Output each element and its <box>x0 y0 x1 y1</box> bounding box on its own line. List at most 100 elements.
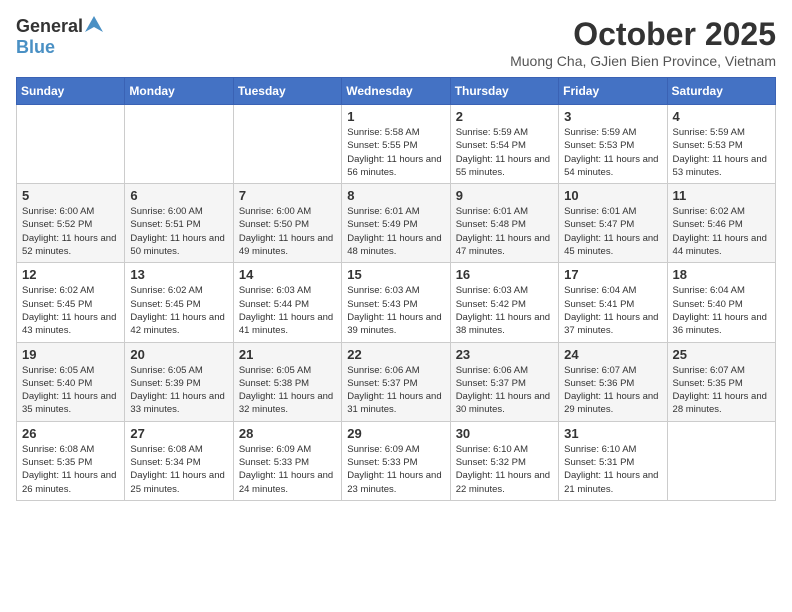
calendar-day-cell: 20 Sunrise: 6:05 AM Sunset: 5:39 PM Dayli… <box>125 342 233 421</box>
day-number: 9 <box>456 188 553 203</box>
calendar-day-cell: 21Sunrise: 6:05 AM Sunset: 5:38 PM Dayli… <box>233 342 341 421</box>
calendar-day-header: Wednesday <box>342 78 450 105</box>
calendar-day-cell: 19Sunrise: 6:05 AM Sunset: 5:40 PM Dayli… <box>17 342 125 421</box>
calendar-day-header: Thursday <box>450 78 558 105</box>
day-info: Sunrise: 6:02 AM Sunset: 5:46 PM Dayligh… <box>673 205 770 258</box>
day-number: 27 <box>130 426 227 441</box>
calendar-day-header: Friday <box>559 78 667 105</box>
day-info: Sunrise: 6:01 AM Sunset: 5:49 PM Dayligh… <box>347 205 444 258</box>
month-title: October 2025 <box>510 16 776 53</box>
calendar-day-cell: 28 Sunrise: 6:09 AM Sunset: 5:33 PM Dayli… <box>233 421 341 500</box>
calendar-day-cell: 15 Sunrise: 6:03 AM Sunset: 5:43 PM Dayli… <box>342 263 450 342</box>
calendar-day-cell: 30 Sunrise: 6:10 AM Sunset: 5:32 PM Dayli… <box>450 421 558 500</box>
calendar-day-cell: 7 Sunrise: 6:00 AM Sunset: 5:50 PM Daylig… <box>233 184 341 263</box>
calendar-day-cell: 13 Sunrise: 6:02 AM Sunset: 5:45 PM Dayli… <box>125 263 233 342</box>
calendar-day-cell: 22Sunrise: 6:06 AM Sunset: 5:37 PM Dayli… <box>342 342 450 421</box>
day-number: 7 <box>239 188 336 203</box>
day-info: Sunrise: 5:59 AM Sunset: 5:53 PM Dayligh… <box>564 126 661 179</box>
logo-blue-text: Blue <box>16 37 55 57</box>
calendar-day-header: Monday <box>125 78 233 105</box>
day-number: 23 <box>456 347 553 362</box>
calendar-day-cell: 24 Sunrise: 6:07 AM Sunset: 5:36 PM Dayli… <box>559 342 667 421</box>
calendar-day-cell: 18 Sunrise: 6:04 AM Sunset: 5:40 PM Dayli… <box>667 263 775 342</box>
day-number: 17 <box>564 267 661 282</box>
calendar-week-row: 12 Sunrise: 6:02 AM Sunset: 5:45 PM Dayli… <box>17 263 776 342</box>
day-number: 15 <box>347 267 444 282</box>
page-header: General Blue October 2025 Muong Cha, GJi… <box>16 16 776 69</box>
day-info: Sunrise: 6:04 AM Sunset: 5:40 PM Dayligh… <box>673 284 770 337</box>
day-number: 10 <box>564 188 661 203</box>
logo-general-text: General <box>16 16 83 37</box>
day-info: Sunrise: 6:07 AM Sunset: 5:36 PM Dayligh… <box>564 364 661 417</box>
day-info: Sunrise: 6:05 AM Sunset: 5:38 PM Dayligh… <box>239 364 336 417</box>
calendar-day-cell: 1Sunrise: 5:58 AM Sunset: 5:55 PM Daylig… <box>342 105 450 184</box>
day-info: Sunrise: 6:09 AM Sunset: 5:33 PM Dayligh… <box>347 443 444 496</box>
day-number: 14 <box>239 267 336 282</box>
calendar-day-cell: 17 Sunrise: 6:04 AM Sunset: 5:41 PM Dayli… <box>559 263 667 342</box>
day-info: Sunrise: 5:58 AM Sunset: 5:55 PM Dayligh… <box>347 126 444 179</box>
day-info: Sunrise: 6:03 AM Sunset: 5:44 PM Dayligh… <box>239 284 336 337</box>
calendar-day-cell: 26 Sunrise: 6:08 AM Sunset: 5:35 PM Dayli… <box>17 421 125 500</box>
day-number: 6 <box>130 188 227 203</box>
calendar-day-cell: 25Sunrise: 6:07 AM Sunset: 5:35 PM Dayli… <box>667 342 775 421</box>
day-number: 30 <box>456 426 553 441</box>
day-number: 2 <box>456 109 553 124</box>
day-info: Sunrise: 6:00 AM Sunset: 5:50 PM Dayligh… <box>239 205 336 258</box>
calendar-day-cell: 4Sunrise: 5:59 AM Sunset: 5:53 PM Daylig… <box>667 105 775 184</box>
day-info: Sunrise: 6:01 AM Sunset: 5:47 PM Dayligh… <box>564 205 661 258</box>
day-number: 29 <box>347 426 444 441</box>
day-info: Sunrise: 6:03 AM Sunset: 5:43 PM Dayligh… <box>347 284 444 337</box>
calendar-day-cell: 14 Sunrise: 6:03 AM Sunset: 5:44 PM Dayli… <box>233 263 341 342</box>
day-number: 28 <box>239 426 336 441</box>
day-info: Sunrise: 6:00 AM Sunset: 5:51 PM Dayligh… <box>130 205 227 258</box>
calendar-day-cell: 12 Sunrise: 6:02 AM Sunset: 5:45 PM Dayli… <box>17 263 125 342</box>
day-number: 18 <box>673 267 770 282</box>
day-number: 24 <box>564 347 661 362</box>
location-subtitle: Muong Cha, GJien Bien Province, Vietnam <box>510 53 776 69</box>
calendar-week-row: 1Sunrise: 5:58 AM Sunset: 5:55 PM Daylig… <box>17 105 776 184</box>
day-info: Sunrise: 6:02 AM Sunset: 5:45 PM Dayligh… <box>22 284 119 337</box>
day-info: Sunrise: 6:10 AM Sunset: 5:32 PM Dayligh… <box>456 443 553 496</box>
calendar-day-cell: 5Sunrise: 6:00 AM Sunset: 5:52 PM Daylig… <box>17 184 125 263</box>
day-info: Sunrise: 6:04 AM Sunset: 5:41 PM Dayligh… <box>564 284 661 337</box>
day-info: Sunrise: 6:08 AM Sunset: 5:35 PM Dayligh… <box>22 443 119 496</box>
day-info: Sunrise: 5:59 AM Sunset: 5:54 PM Dayligh… <box>456 126 553 179</box>
calendar-day-cell: 8 Sunrise: 6:01 AM Sunset: 5:49 PM Daylig… <box>342 184 450 263</box>
calendar-day-cell: 10 Sunrise: 6:01 AM Sunset: 5:47 PM Dayli… <box>559 184 667 263</box>
calendar-day-cell: 3Sunrise: 5:59 AM Sunset: 5:53 PM Daylig… <box>559 105 667 184</box>
day-info: Sunrise: 6:09 AM Sunset: 5:33 PM Dayligh… <box>239 443 336 496</box>
calendar-week-row: 5Sunrise: 6:00 AM Sunset: 5:52 PM Daylig… <box>17 184 776 263</box>
calendar-day-cell: 16 Sunrise: 6:03 AM Sunset: 5:42 PM Dayli… <box>450 263 558 342</box>
day-info: Sunrise: 6:02 AM Sunset: 5:45 PM Dayligh… <box>130 284 227 337</box>
day-number: 4 <box>673 109 770 124</box>
calendar-table: SundayMondayTuesdayWednesdayThursdayFrid… <box>16 77 776 501</box>
calendar-day-cell <box>667 421 775 500</box>
day-number: 19 <box>22 347 119 362</box>
calendar-week-row: 26 Sunrise: 6:08 AM Sunset: 5:35 PM Dayli… <box>17 421 776 500</box>
day-info: Sunrise: 6:10 AM Sunset: 5:31 PM Dayligh… <box>564 443 661 496</box>
calendar-day-cell <box>233 105 341 184</box>
calendar-day-cell: 29 Sunrise: 6:09 AM Sunset: 5:33 PM Dayli… <box>342 421 450 500</box>
day-number: 13 <box>130 267 227 282</box>
day-number: 8 <box>347 188 444 203</box>
day-number: 25 <box>673 347 770 362</box>
day-number: 22 <box>347 347 444 362</box>
day-number: 26 <box>22 426 119 441</box>
calendar-day-cell <box>17 105 125 184</box>
day-info: Sunrise: 6:06 AM Sunset: 5:37 PM Dayligh… <box>456 364 553 417</box>
title-section: October 2025 Muong Cha, GJien Bien Provi… <box>510 16 776 69</box>
day-number: 16 <box>456 267 553 282</box>
calendar-day-cell: 11Sunrise: 6:02 AM Sunset: 5:46 PM Dayli… <box>667 184 775 263</box>
day-info: Sunrise: 6:05 AM Sunset: 5:39 PM Dayligh… <box>130 364 227 417</box>
calendar-day-cell: 6 Sunrise: 6:00 AM Sunset: 5:51 PM Daylig… <box>125 184 233 263</box>
calendar-day-cell <box>125 105 233 184</box>
logo-bird-icon <box>85 16 103 32</box>
calendar-day-cell: 2 Sunrise: 5:59 AM Sunset: 5:54 PM Daylig… <box>450 105 558 184</box>
day-number: 20 <box>130 347 227 362</box>
calendar-day-header: Saturday <box>667 78 775 105</box>
calendar-day-cell: 23 Sunrise: 6:06 AM Sunset: 5:37 PM Dayli… <box>450 342 558 421</box>
day-number: 31 <box>564 426 661 441</box>
day-number: 12 <box>22 267 119 282</box>
day-info: Sunrise: 6:03 AM Sunset: 5:42 PM Dayligh… <box>456 284 553 337</box>
calendar-header-row: SundayMondayTuesdayWednesdayThursdayFrid… <box>17 78 776 105</box>
